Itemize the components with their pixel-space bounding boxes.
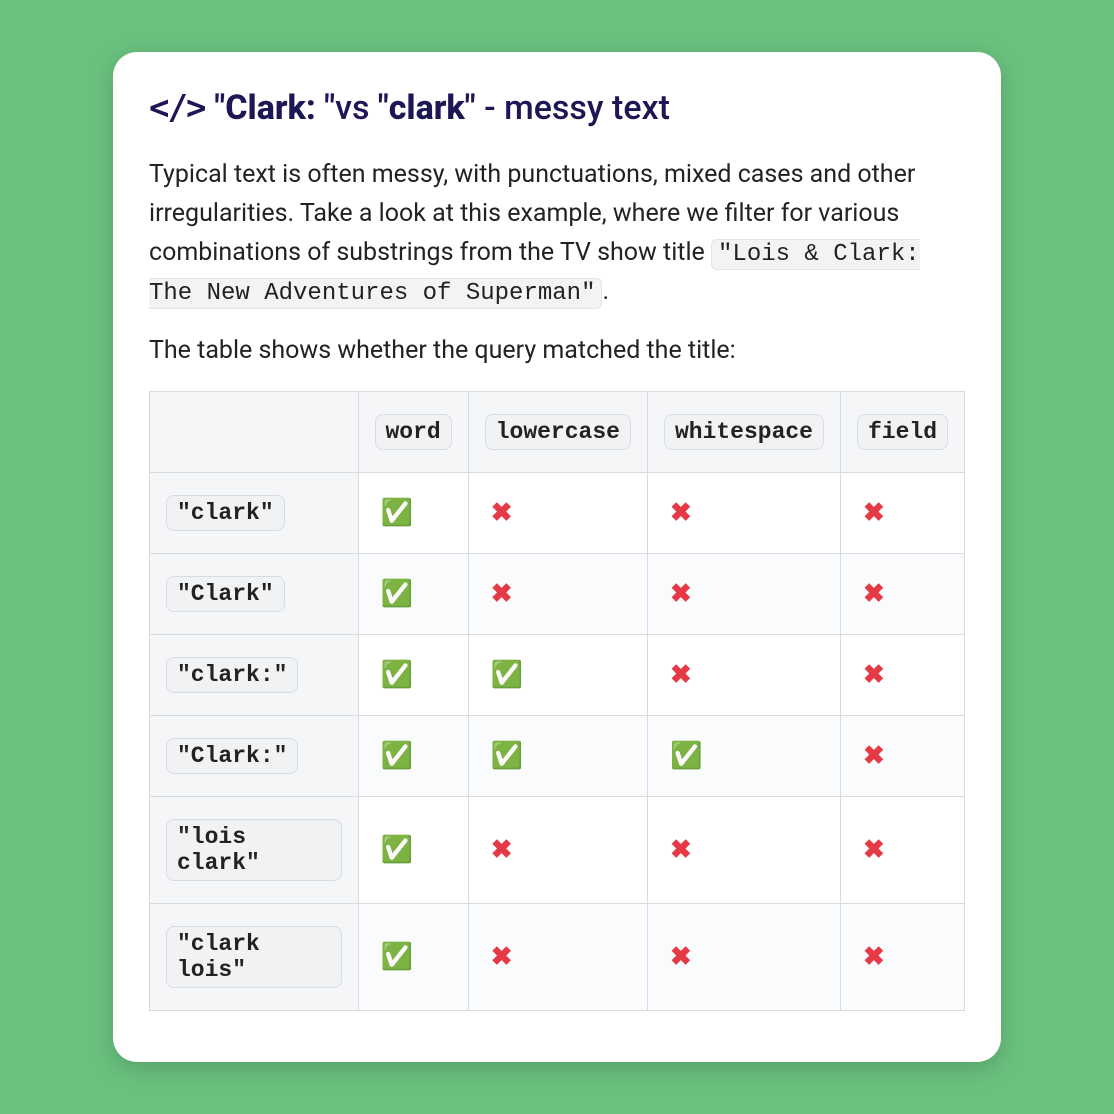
cross-icon: ✖ [491, 579, 513, 609]
result-cell: ✖ [468, 553, 647, 634]
table-header: whitespace [647, 391, 840, 472]
match-table: word lowercase whitespace field "clark" ✅… [149, 391, 965, 1011]
table-row: "clark:" ✅ ✅ ✖ ✖ [150, 634, 965, 715]
row-label-chip: "clark lois" [166, 926, 342, 988]
cross-icon: ✖ [491, 942, 513, 972]
headline-vs: vs [335, 88, 378, 128]
headline-quote: " [378, 88, 389, 128]
check-icon: ✅ [381, 835, 413, 865]
check-icon: ✅ [381, 942, 413, 972]
cross-icon: ✖ [670, 835, 692, 865]
result-cell: ✖ [840, 715, 964, 796]
row-label-chip: "clark" [166, 495, 285, 531]
row-label-cell: "clark" [150, 472, 359, 553]
headline-dash: - [484, 88, 504, 128]
table-header-empty [150, 391, 359, 472]
row-label-cell: "clark:" [150, 634, 359, 715]
row-label-cell: "Clark" [150, 553, 359, 634]
row-label-chip: "lois clark" [166, 819, 342, 881]
cross-icon: ✖ [670, 660, 692, 690]
cross-icon: ✖ [670, 942, 692, 972]
headline-messy: messy text [504, 88, 670, 128]
column-chip-lowercase: lowercase [485, 414, 631, 450]
table-row: "clark" ✅ ✖ ✖ ✖ [150, 472, 965, 553]
check-icon: ✅ [381, 498, 413, 528]
result-cell: ✖ [468, 903, 647, 1010]
headline-quote: " [214, 88, 225, 128]
cross-icon: ✖ [863, 741, 885, 771]
result-cell: ✖ [840, 796, 964, 903]
row-label-chip: "Clark:" [166, 738, 298, 774]
check-icon: ✅ [381, 741, 413, 771]
result-cell: ✖ [647, 903, 840, 1010]
result-cell: ✖ [840, 472, 964, 553]
table-body: "clark"✅✖✖✖"Clark"✅✖✖✖"clark:"✅✅✖✖"Clark… [150, 472, 965, 1010]
result-cell: ✅ [358, 903, 468, 1010]
result-cell: ✖ [840, 903, 964, 1010]
row-label-cell: "Clark:" [150, 715, 359, 796]
table-row: "clark lois" ✅ ✖ ✖ ✖ [150, 903, 965, 1010]
headline-quote: " [324, 88, 335, 128]
result-cell: ✅ [358, 472, 468, 553]
intro-period: . [602, 277, 609, 306]
check-icon: ✅ [491, 660, 523, 690]
cross-icon: ✖ [863, 660, 885, 690]
cross-icon: ✖ [863, 579, 885, 609]
column-chip-word: word [375, 414, 452, 450]
column-chip-whitespace: whitespace [664, 414, 824, 450]
result-cell: ✅ [358, 553, 468, 634]
result-cell: ✖ [840, 634, 964, 715]
cross-icon: ✖ [491, 835, 513, 865]
row-label-cell: "clark lois" [150, 903, 359, 1010]
check-icon: ✅ [670, 741, 702, 771]
cross-icon: ✖ [670, 579, 692, 609]
cross-icon: ✖ [863, 498, 885, 528]
column-chip-field: field [857, 414, 948, 450]
result-cell: ✅ [358, 796, 468, 903]
headline-clark-lower: clark [389, 88, 465, 128]
result-cell: ✅ [468, 715, 647, 796]
cross-icon: ✖ [491, 498, 513, 528]
table-row: "Clark" ✅ ✖ ✖ ✖ [150, 553, 965, 634]
code-icon: </> [149, 88, 204, 128]
headline-quote: " [465, 88, 484, 128]
headline-clark-upper: Clark: [225, 88, 324, 128]
result-cell: ✅ [647, 715, 840, 796]
result-cell: ✖ [647, 634, 840, 715]
check-icon: ✅ [491, 741, 523, 771]
result-cell: ✅ [358, 715, 468, 796]
table-header: word [358, 391, 468, 472]
result-cell: ✖ [647, 796, 840, 903]
cross-icon: ✖ [670, 498, 692, 528]
table-row: "Clark:" ✅ ✅ ✅ ✖ [150, 715, 965, 796]
result-cell: ✅ [468, 634, 647, 715]
table-header: lowercase [468, 391, 647, 472]
headline: </> "Clark: "vs "clark" - messy text [149, 88, 965, 128]
result-cell: ✖ [647, 472, 840, 553]
result-cell: ✖ [647, 553, 840, 634]
intro-paragraph: Typical text is often messy, with punctu… [149, 156, 965, 312]
cross-icon: ✖ [863, 835, 885, 865]
cross-icon: ✖ [863, 942, 885, 972]
headline-text: "Clark: "vs "clark" - messy text [214, 88, 670, 128]
table-header-row: word lowercase whitespace field [150, 391, 965, 472]
check-icon: ✅ [381, 579, 413, 609]
result-cell: ✖ [840, 553, 964, 634]
table-header: field [840, 391, 964, 472]
row-label-cell: "lois clark" [150, 796, 359, 903]
table-caption: The table shows whether the query matche… [149, 336, 965, 365]
result-cell: ✖ [468, 472, 647, 553]
table-row: "lois clark" ✅ ✖ ✖ ✖ [150, 796, 965, 903]
result-cell: ✖ [468, 796, 647, 903]
result-cell: ✅ [358, 634, 468, 715]
row-label-chip: "clark:" [166, 657, 298, 693]
row-label-chip: "Clark" [166, 576, 285, 612]
content-card: </> "Clark: "vs "clark" - messy text Typ… [113, 52, 1001, 1062]
check-icon: ✅ [381, 660, 413, 690]
